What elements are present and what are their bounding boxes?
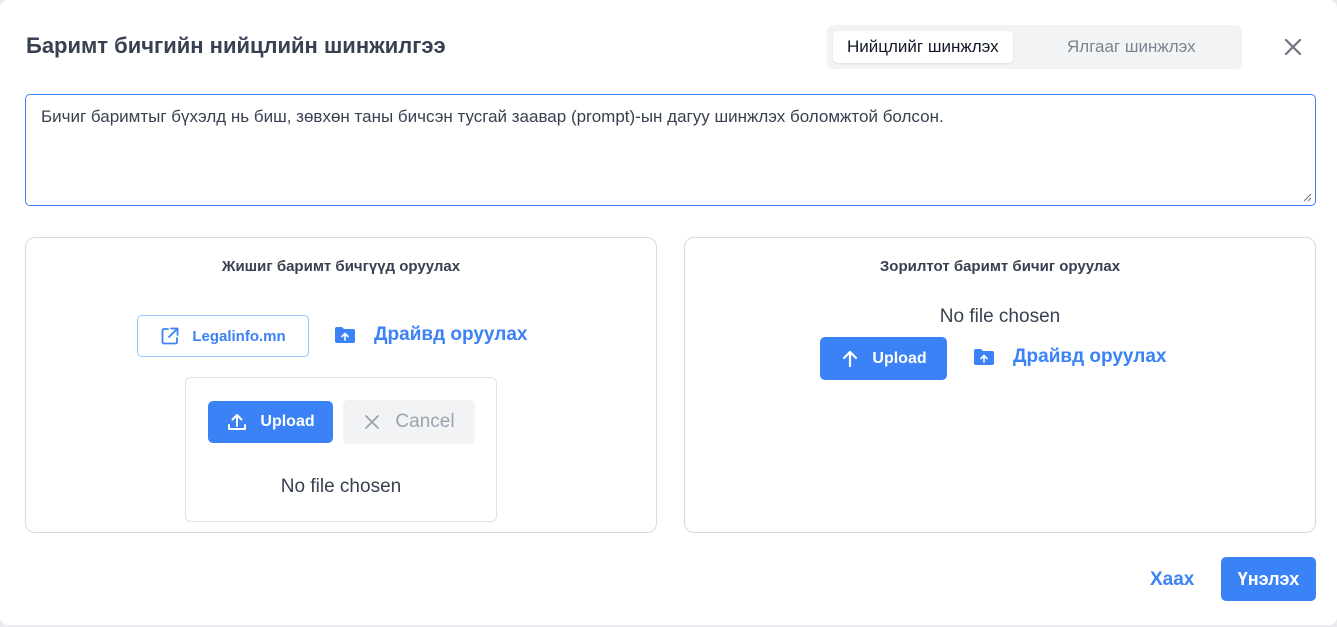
arrow-up-icon [843, 350, 858, 367]
cancel-label: Cancel [395, 411, 455, 432]
mode-tab-difference[interactable]: Ялгааг шинжлэх [1053, 31, 1210, 63]
sample-drive-label: Драйвд оруулах [374, 324, 528, 345]
sample-drive-upload-link[interactable]: Драйвд оруулах [334, 324, 527, 346]
close-icon [365, 415, 380, 429]
target-panel-title: Зорилтот баримт бичиг оруулах [879, 258, 1121, 275]
legalinfo-label: Legalinfo.mn [192, 327, 286, 345]
dialog-title: Баримт бичгийн нийцлийн шинжилгээ [26, 33, 446, 58]
sample-upload-button[interactable]: Upload [208, 401, 333, 443]
sample-panel-title: Жишиг баримт бичгүүд оруулах [221, 258, 461, 275]
target-drive-label: Драйвд оруулах [1013, 346, 1167, 367]
cancel-button[interactable]: Cancel [343, 400, 475, 444]
resize-grip-icon[interactable] [1302, 192, 1312, 202]
sample-upload-label: Upload [260, 413, 315, 430]
file-upload-card: Upload Cancel No file chosen [185, 377, 497, 522]
close-button[interactable]: Хаах [1150, 569, 1194, 591]
folder-upload-icon [335, 327, 355, 343]
mode-tab-consistency[interactable]: Нийцлийг шинжлэх [833, 31, 1013, 63]
target-doc-panel: Зорилтот баримт бичиг оруулах No file ch… [684, 237, 1316, 533]
folder-upload-icon [974, 349, 994, 365]
close-icon[interactable] [1280, 34, 1306, 60]
upload-icon [228, 414, 247, 430]
mode-switch: Нийцлийг шинжлэх Ялгааг шинжлэх [827, 25, 1242, 69]
target-upload-label: Upload [872, 349, 927, 367]
sample-file-status: No file chosen [280, 476, 402, 497]
legalinfo-button[interactable]: Legalinfo.mn [137, 315, 309, 357]
target-file-status: No file chosen [939, 306, 1061, 327]
prompt-textarea[interactable]: Бичиг баримтыг бүхэлд нь биш, зөвхөн тан… [25, 94, 1316, 206]
analysis-dialog: Баримт бичгийн нийцлийн шинжилгээ Нийцли… [0, 0, 1337, 625]
target-drive-upload-link[interactable]: Драйвд оруулах [973, 346, 1166, 368]
target-upload-button[interactable]: Upload [820, 337, 947, 380]
evaluate-button[interactable]: Үнэлэх [1221, 557, 1316, 601]
prompt-text: Бичиг баримтыг бүхэлд нь биш, зөвхөн тан… [41, 107, 944, 126]
external-link-icon [161, 327, 179, 345]
sample-docs-panel: Жишиг баримт бичгүүд оруулах Legalinfo.m… [25, 237, 657, 533]
